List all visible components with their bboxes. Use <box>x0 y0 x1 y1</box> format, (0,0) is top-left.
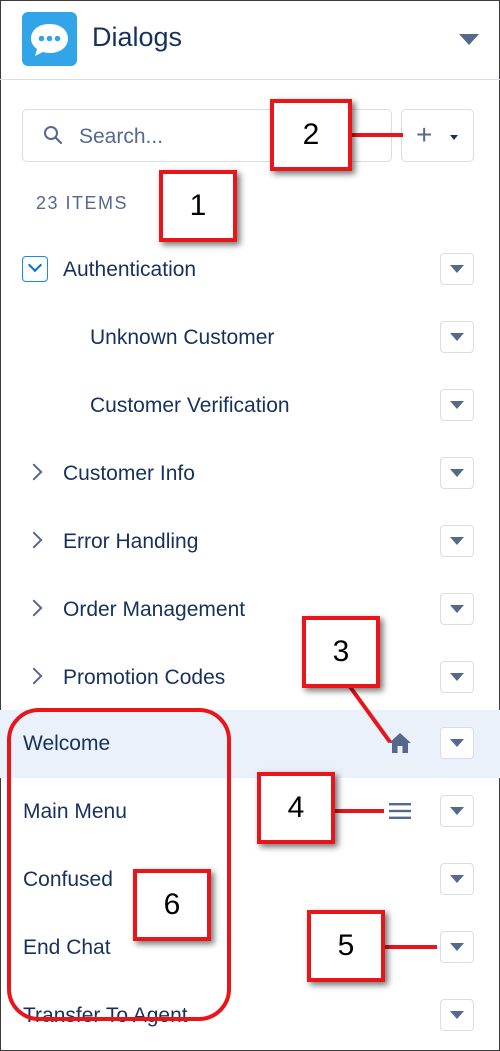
caret-down-icon <box>450 265 464 273</box>
row-menu-button[interactable] <box>440 999 474 1031</box>
chevron-right-icon[interactable] <box>25 599 43 617</box>
menu-lines-icon <box>389 803 411 819</box>
row-menu-button[interactable] <box>440 931 474 963</box>
chevron-right-icon[interactable] <box>25 463 43 481</box>
page-title: Dialogs <box>92 22 183 52</box>
chevron-down-icon[interactable] <box>459 34 479 45</box>
row-menu-button[interactable] <box>440 321 474 353</box>
caret-down-icon <box>450 1011 464 1019</box>
list-item[interactable]: Error Handling <box>0 508 500 576</box>
search-icon <box>44 126 63 145</box>
caret-down-icon <box>450 673 464 681</box>
list-item-label: Unknown Customer <box>90 326 275 349</box>
list-item[interactable]: Promotion Codes <box>0 644 500 712</box>
chevron-down-icon[interactable] <box>22 256 48 282</box>
list-item[interactable]: Customer Verification <box>0 372 500 440</box>
callout-4: 4 <box>257 772 335 844</box>
list-item[interactable]: Unknown Customer <box>0 304 500 372</box>
callout-2: 2 <box>270 99 352 171</box>
list-item-label: Customer Info <box>63 462 195 485</box>
list-item-label: Order Management <box>63 598 246 621</box>
callout-5: 5 <box>307 910 385 982</box>
callout-3: 3 <box>302 616 380 688</box>
row-menu-button[interactable] <box>440 253 474 285</box>
annotation-leader <box>383 945 437 949</box>
list-item-label: Authentication <box>63 258 197 281</box>
list-item-label: Customer Verification <box>90 394 290 417</box>
annotation-leader <box>332 809 384 813</box>
caret-down-icon <box>450 605 464 613</box>
list-item[interactable]: Customer Info <box>0 440 500 508</box>
row-menu-button[interactable] <box>440 661 474 693</box>
caret-down-icon <box>450 469 464 477</box>
caret-down-icon <box>450 333 464 341</box>
row-menu-button[interactable] <box>440 863 474 895</box>
chevron-right-icon[interactable] <box>25 667 43 685</box>
list-item[interactable]: Authentication <box>0 236 500 304</box>
row-menu-button[interactable] <box>440 389 474 421</box>
list-item-label: Promotion Codes <box>63 666 226 689</box>
caret-down-icon <box>450 875 464 883</box>
row-menu-button[interactable] <box>440 727 474 759</box>
annotation-leader <box>347 133 403 137</box>
caret-down-icon <box>450 807 464 815</box>
row-menu-button[interactable] <box>440 795 474 827</box>
row-menu-button[interactable] <box>440 457 474 489</box>
caret-down-icon <box>450 135 458 140</box>
annotation-oval <box>7 708 231 1021</box>
caret-down-icon <box>450 943 464 951</box>
caret-down-icon <box>450 401 464 409</box>
callout-6: 6 <box>133 869 211 941</box>
list-item[interactable]: Order Management <box>0 576 500 644</box>
caret-down-icon <box>450 739 464 747</box>
list-item-label: Error Handling <box>63 530 199 553</box>
add-dialog-button[interactable]: + <box>401 109 474 162</box>
item-count: 23 ITEMS <box>36 193 129 213</box>
annotation-leader <box>346 682 392 744</box>
callout-1: 1 <box>159 170 237 242</box>
row-menu-button[interactable] <box>440 593 474 625</box>
chat-bubble-icon <box>22 12 77 66</box>
row-menu-button[interactable] <box>440 525 474 557</box>
chevron-right-icon[interactable] <box>25 531 43 549</box>
caret-down-icon <box>450 537 464 545</box>
panel-header: Dialogs <box>0 0 500 80</box>
add-button-label: + <box>416 119 433 150</box>
